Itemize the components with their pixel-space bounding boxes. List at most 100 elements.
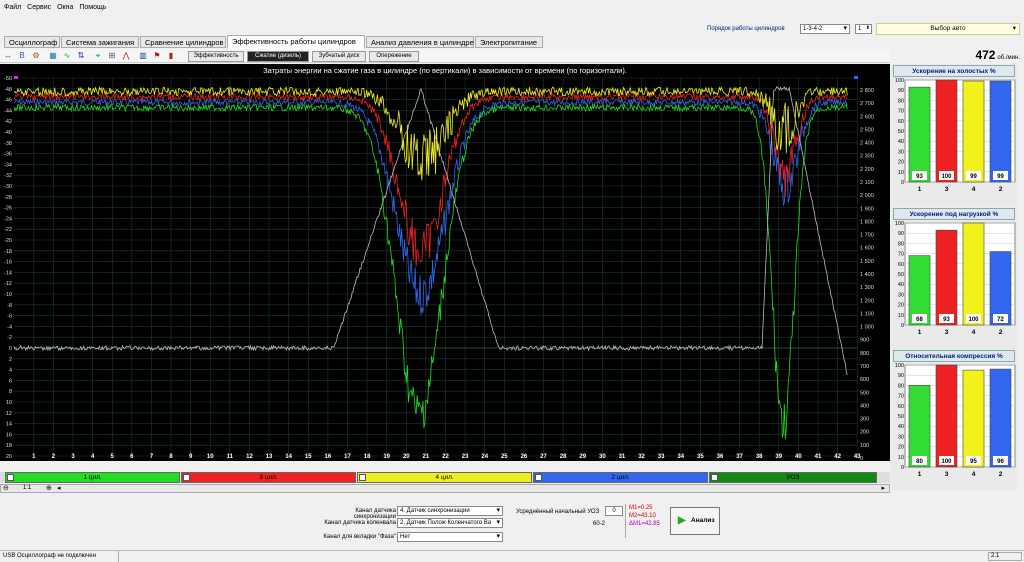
vehicle-select[interactable]: Выбор авто ▾	[876, 23, 1020, 35]
plot-x-tick: 8	[169, 454, 173, 460]
scale-icon[interactable]: ⇅	[75, 50, 87, 61]
bar-axis-tick: 10	[898, 313, 904, 319]
plot-left-tick: 12	[6, 411, 12, 417]
plot-x-tick: 3	[71, 454, 75, 460]
horizontal-scrollbar[interactable]: ⊖ 1:1 ⊕ ◂ ▸	[0, 484, 890, 493]
bar-cylinder-label: 2	[999, 186, 1003, 193]
tab-pressure-analysis[interactable]: Анализ давления в цилиндре	[366, 36, 474, 48]
bar-axis-tick: 80	[898, 241, 904, 247]
plot-left-tick: 8	[9, 389, 12, 395]
channel-checkbox[interactable]	[359, 474, 366, 481]
oscilloscope-plot[interactable]: -50 -48 -46 -44 -42 -40 -38 -36 -34 -32 -30 -28 -26-…	[0, 64, 890, 461]
channel-lane-4[interactable]: 2 цил.	[533, 472, 708, 483]
wave-icon[interactable]: ∿	[61, 50, 73, 61]
bold-marker-icon[interactable]: B	[16, 50, 28, 61]
plot-right-tick: 1 000	[860, 325, 874, 331]
zoom-icon[interactable]: ⊞	[106, 50, 118, 61]
channel-lane-3[interactable]: 4 цил.	[357, 472, 532, 483]
marker-m2-handle	[854, 76, 858, 79]
bar-axis-tick: 0	[901, 180, 904, 186]
subtab-advance[interactable]: Опережение	[369, 51, 419, 62]
plot-left-tick: -28	[4, 195, 12, 201]
crank-channel-label: Канал датчика коленвала	[324, 520, 396, 526]
bar-axis-tick: 30	[898, 149, 904, 155]
bar-cylinder-1	[908, 385, 931, 468]
bar-cylinder-label: 3	[945, 186, 949, 193]
bar-cylinder-label: 1	[918, 186, 922, 193]
scroll-right-icon[interactable]: ▸	[881, 484, 885, 492]
plot-x-tick: 15	[305, 454, 312, 460]
bar-axis-tick: 20	[898, 160, 904, 166]
order-label: Порядок работы цилиндров	[707, 26, 785, 32]
menu-windows[interactable]: Окна	[57, 4, 73, 11]
bar-value-label: 99	[997, 174, 1004, 180]
channel-label: 1 цил.	[83, 474, 102, 481]
bar-axis-tick: 10	[898, 455, 904, 461]
channel-checkbox[interactable]	[535, 474, 542, 481]
bar-cylinder-2	[989, 368, 1012, 468]
chart-icon[interactable]: ▥	[137, 50, 149, 61]
zoom-in-icon[interactable]: ⊕	[46, 484, 52, 492]
bar-value-label: 93	[916, 174, 923, 180]
channel-lane-1[interactable]: 1 цил.	[5, 472, 180, 483]
channel-lane-5[interactable]: УОЗ	[709, 472, 877, 483]
bar-axis-tick: 60	[898, 404, 904, 410]
plot-right-tick: 1 700	[860, 233, 874, 239]
bar-axis-tick: 90	[898, 373, 904, 379]
cycle-stepper[interactable]: 1 ⬍	[855, 24, 872, 34]
bar-value-label: 96	[997, 459, 1004, 465]
bars-icon[interactable]: ▮	[165, 50, 177, 61]
tab-ignition[interactable]: Система зажигания	[61, 36, 139, 48]
menu-file[interactable]: Файл	[4, 4, 21, 11]
bar-axis-tick: 100	[895, 78, 904, 84]
subtab-efficiency[interactable]: Эффективность	[188, 51, 244, 62]
subtab-compression-diesel[interactable]: Сжатие (дизель)	[247, 51, 309, 62]
flag-icon[interactable]: ⚑	[151, 50, 163, 61]
bar-axis-tick: 50	[898, 272, 904, 278]
grid-icon[interactable]: ▦	[47, 50, 59, 61]
menu-help[interactable]: Помощь	[79, 4, 106, 11]
bar-axis-tick: 50	[898, 414, 904, 420]
plot-left-tick: -2	[7, 335, 12, 341]
trace-cylinder-2	[13, 97, 848, 316]
crank-channel-select[interactable]: 2. Датчик Полож Коленчатого Ва	[397, 518, 503, 528]
sync-channel-select[interactable]: 4. Датчик синхронизации	[397, 506, 503, 516]
bar-chart: 10090807060504030201008011003954962	[895, 363, 1016, 478]
bar-cylinder-4	[962, 222, 985, 326]
scroll-left-icon[interactable]: ◂	[57, 484, 61, 492]
plot-x-tick: 31	[619, 454, 626, 460]
plot-left-tick: -26	[4, 206, 12, 212]
subtab-gear-disk[interactable]: Зубчатый диск	[312, 51, 366, 62]
menu-service[interactable]: Сервис	[27, 4, 51, 11]
peak-icon[interactable]: ⋀	[120, 50, 132, 61]
avg-advance-stepper[interactable]: 0	[605, 506, 623, 516]
bar-cylinder-1	[908, 86, 931, 183]
plot-right-tick: 500	[860, 390, 869, 396]
channel-checkbox[interactable]	[7, 474, 14, 481]
bar-cylinder-label: 3	[945, 471, 949, 478]
tooth-config: 60-2	[593, 521, 606, 527]
tab-power-supply[interactable]: Электропитание	[475, 36, 543, 48]
phase-channel-select[interactable]: Нет	[397, 532, 503, 542]
plot-x-tick: 18	[364, 454, 371, 460]
analyze-button[interactable]: ▶ Анализ	[670, 507, 720, 535]
order-select[interactable]: 1-3-4-2	[800, 24, 850, 34]
zoom-out-icon[interactable]: ⊖	[3, 484, 9, 492]
bar-cylinder-3	[935, 229, 958, 326]
plot-left-tick: -16	[4, 260, 12, 266]
tab-cylinder-efficiency[interactable]: Эффективность работы цилиндров	[227, 35, 365, 49]
filter-icon[interactable]: ⚙	[30, 50, 42, 61]
rpm-value: 472	[975, 48, 996, 62]
channel-checkbox[interactable]	[711, 474, 718, 481]
bar-cylinder-label: 4	[972, 329, 976, 336]
channel-checkbox[interactable]	[183, 474, 190, 481]
measure-icon[interactable]: ⌖	[92, 50, 104, 61]
tab-oscilloscope[interactable]: Осциллограф	[4, 36, 60, 48]
channel-lane-2[interactable]: 3 цил.	[181, 472, 356, 483]
tab-cylinder-compare[interactable]: Сравнение цилиндров	[140, 36, 226, 48]
plot-left-tick: 14	[6, 422, 12, 428]
plot-x-tick: 4	[91, 454, 95, 460]
plot-right-tick: 2 500	[860, 127, 874, 133]
cursor-tool-icon[interactable]: ↔	[2, 50, 14, 61]
plot-right-tick: 1 500	[860, 259, 874, 265]
